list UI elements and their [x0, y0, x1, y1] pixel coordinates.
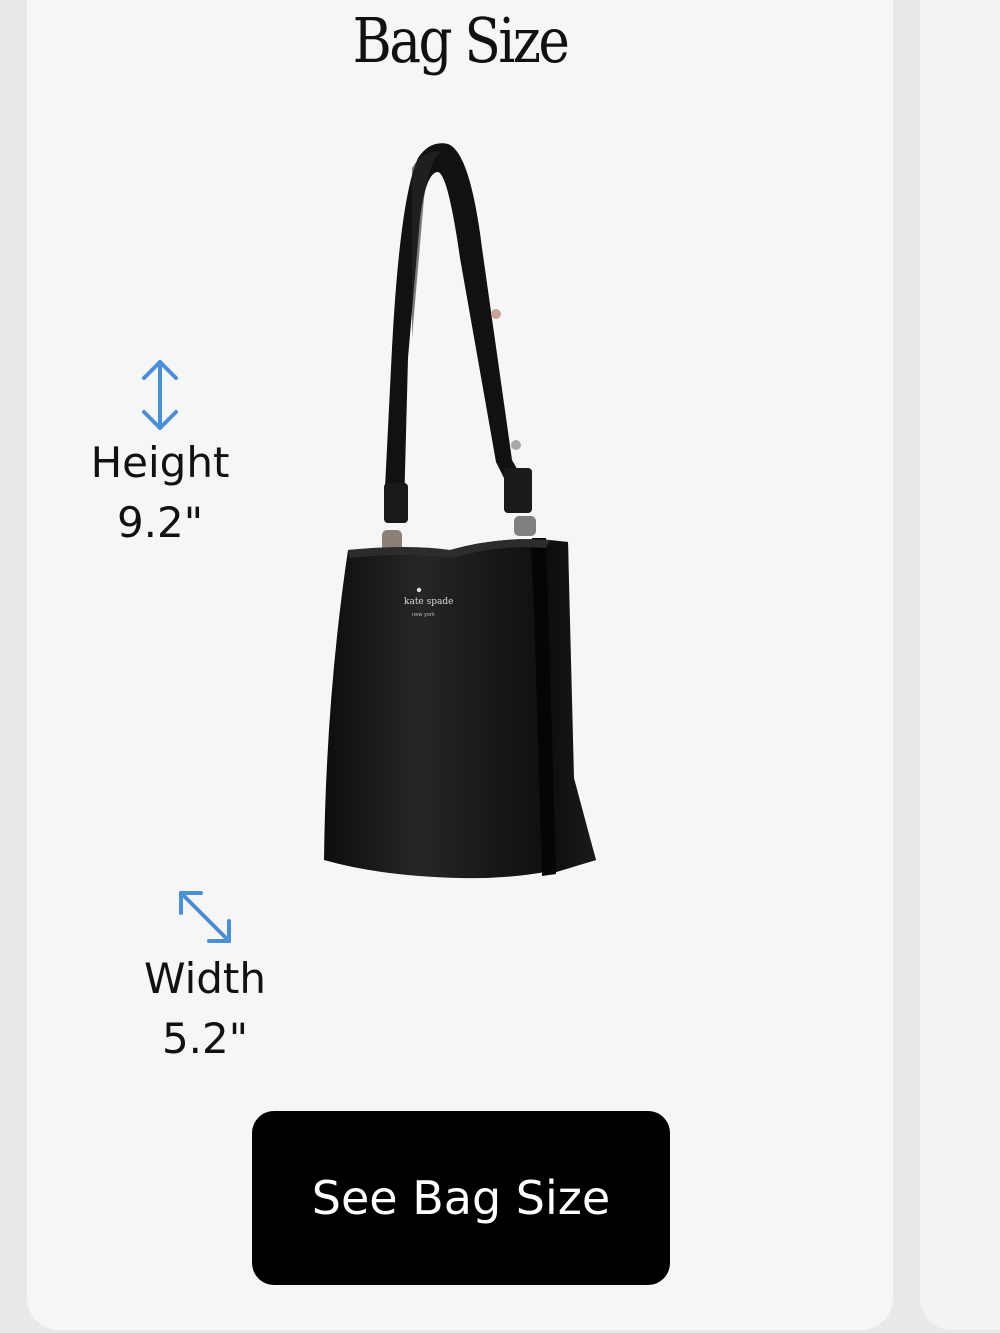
card-title: Bag Size	[352, 4, 570, 77]
page: Bag Size Height 9.2" kate spade new york…	[0, 0, 1000, 1333]
svg-text:new york: new york	[412, 612, 435, 618]
width-dimension: Width 5.2"	[135, 885, 275, 1069]
height-dimension: Height 9.2"	[85, 357, 235, 553]
diagonal-double-arrow-icon	[179, 891, 231, 943]
next-card-edge[interactable]	[920, 0, 1000, 1330]
see-bag-size-button[interactable]: See Bag Size	[252, 1111, 670, 1285]
bag-image: kate spade new york	[300, 138, 630, 888]
bag-illustration: kate spade new york	[324, 143, 596, 879]
width-value: 5.2"	[161, 1014, 249, 1063]
width-label: Width	[143, 954, 267, 1003]
brand-mark: kate spade	[404, 597, 453, 607]
height-label: Height	[90, 438, 230, 487]
height-value: 9.2"	[116, 498, 204, 547]
vertical-double-arrow-icon	[142, 360, 178, 430]
